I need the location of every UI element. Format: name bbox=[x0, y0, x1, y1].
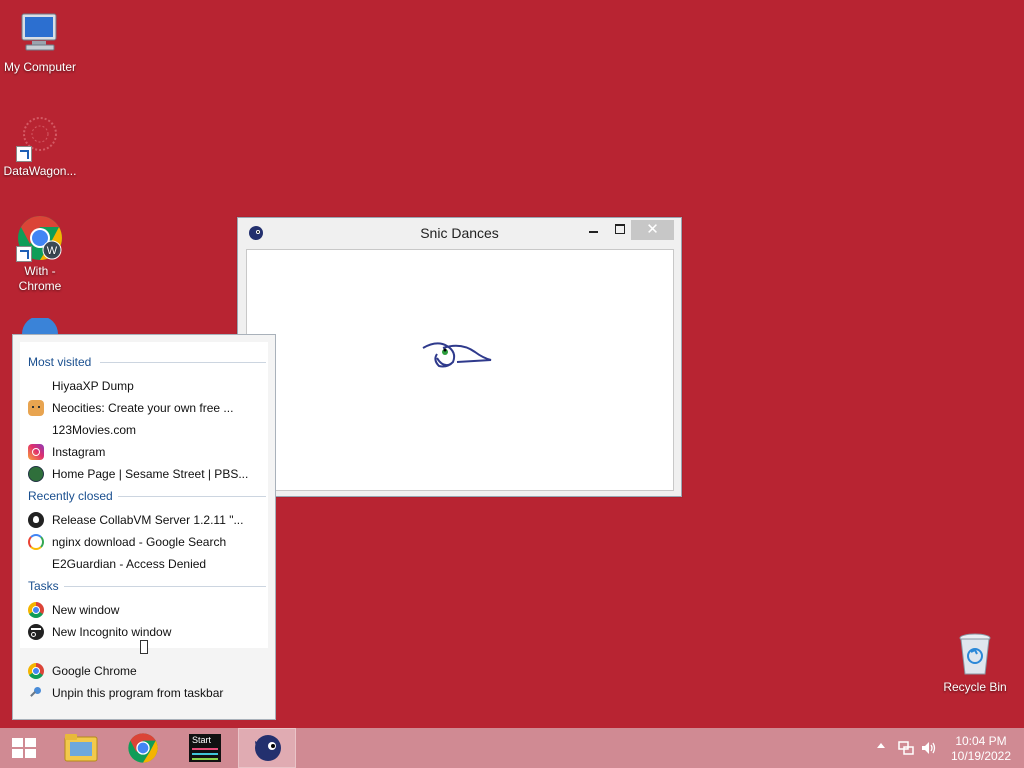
clock-time: 10:04 PM bbox=[955, 734, 1007, 748]
desktop-icon-recycle-bin[interactable]: Recycle Bin bbox=[935, 630, 1015, 695]
desktop-icon-datawagon[interactable]: DataWagon... bbox=[0, 114, 80, 179]
cat-icon bbox=[28, 400, 44, 416]
window-client-area bbox=[246, 249, 674, 491]
desktop-icon-with-chrome[interactable]: W With - Chrome bbox=[0, 214, 80, 294]
jump-item-google-chrome[interactable]: Google Chrome bbox=[28, 661, 264, 681]
window-titlebar[interactable]: Snic Dances ✕ bbox=[238, 218, 681, 248]
blank-page-icon bbox=[28, 378, 44, 394]
chrome-icon: W bbox=[16, 214, 64, 262]
taskbar-clock[interactable]: 10:04 PM 10/19/2022 bbox=[945, 734, 1017, 764]
jump-item-e2guardian[interactable]: E2Guardian - Access Denied bbox=[28, 554, 264, 574]
chrome-icon bbox=[128, 733, 158, 763]
taskbar-chrome[interactable] bbox=[114, 728, 172, 768]
minimize-button[interactable] bbox=[581, 220, 607, 240]
google-icon bbox=[28, 534, 44, 550]
desktop-icon-my-computer[interactable]: My Computer bbox=[0, 10, 80, 75]
incognito-icon bbox=[28, 624, 44, 640]
jump-item-instagram[interactable]: Instagram bbox=[28, 442, 264, 462]
jump-item-123movies[interactable]: 123Movies.com bbox=[28, 420, 264, 440]
dancing-sonic-sprite bbox=[422, 342, 492, 368]
instagram-icon bbox=[28, 444, 44, 460]
taskbar-snic-dances[interactable] bbox=[238, 728, 296, 768]
desktop-icon-label: Recycle Bin bbox=[943, 680, 1007, 694]
desktop-icon-label: DataWagon... bbox=[3, 164, 77, 178]
clock-date: 10/19/2022 bbox=[950, 749, 1012, 763]
volume-icon[interactable] bbox=[920, 740, 936, 756]
snic-dances-window: Snic Dances ✕ bbox=[237, 217, 682, 497]
desktop-icon-label: My Computer bbox=[3, 60, 77, 74]
jump-item-collabvm-release[interactable]: Release CollabVM Server 1.2.11 "... bbox=[28, 510, 264, 530]
taskbar: Start 10:04 PM 10/19/2022 bbox=[0, 728, 1024, 768]
github-icon bbox=[28, 512, 44, 528]
desktop-icon-label-line2: Chrome bbox=[18, 279, 62, 293]
svg-text:W: W bbox=[47, 245, 58, 257]
chrome-icon bbox=[28, 663, 44, 679]
blank-page-icon bbox=[28, 422, 44, 438]
jump-item-new-incognito[interactable]: New Incognito window bbox=[28, 622, 264, 642]
section-recently-closed: Recently closed bbox=[28, 489, 266, 505]
close-button[interactable]: ✕ bbox=[631, 220, 674, 240]
unpin-icon bbox=[28, 685, 44, 701]
chrome-jump-list: Most visited HiyaaXP Dump Neocities: Cre… bbox=[12, 334, 276, 720]
taskbar-start-app[interactable]: Start bbox=[176, 728, 234, 768]
start-app-icon: Start bbox=[189, 734, 221, 762]
jump-item-new-window[interactable]: New window bbox=[28, 600, 264, 620]
chrome-icon bbox=[28, 602, 44, 618]
system-tray bbox=[872, 728, 942, 768]
jump-list-footer: Google Chrome Unpin this program from ta… bbox=[20, 651, 268, 715]
shortcut-arrow-icon bbox=[16, 146, 32, 162]
datawagon-icon bbox=[16, 114, 64, 162]
taskbar-file-explorer[interactable] bbox=[52, 728, 110, 768]
shortcut-arrow-icon bbox=[16, 246, 32, 262]
network-icon[interactable] bbox=[898, 740, 914, 756]
jump-item-hiyaaxp[interactable]: HiyaaXP Dump bbox=[28, 376, 264, 396]
show-hidden-icons-chevron-icon[interactable] bbox=[877, 743, 885, 748]
jump-item-sesame-street[interactable]: Home Page | Sesame Street | PBS... bbox=[28, 464, 264, 484]
folder-icon bbox=[64, 734, 98, 762]
text-cursor-icon bbox=[140, 640, 148, 654]
sonic-app-icon bbox=[255, 735, 281, 761]
sesame-icon bbox=[28, 466, 44, 482]
section-tasks: Tasks bbox=[28, 579, 266, 595]
desktop-icon-label-line1: With - bbox=[24, 264, 56, 278]
jump-item-nginx-search[interactable]: nginx download - Google Search bbox=[28, 532, 264, 552]
windows-logo-icon bbox=[12, 738, 38, 758]
blank-page-icon bbox=[28, 556, 44, 572]
jump-item-unpin[interactable]: Unpin this program from taskbar bbox=[28, 683, 264, 703]
jump-item-neocities[interactable]: Neocities: Create your own free ... bbox=[28, 398, 264, 418]
maximize-button[interactable] bbox=[607, 220, 633, 240]
jump-list-items: Most visited HiyaaXP Dump Neocities: Cre… bbox=[20, 342, 268, 648]
start-button[interactable] bbox=[0, 728, 48, 768]
recycle-bin-icon bbox=[951, 630, 999, 678]
computer-icon bbox=[16, 10, 64, 58]
section-most-visited: Most visited bbox=[28, 355, 266, 371]
